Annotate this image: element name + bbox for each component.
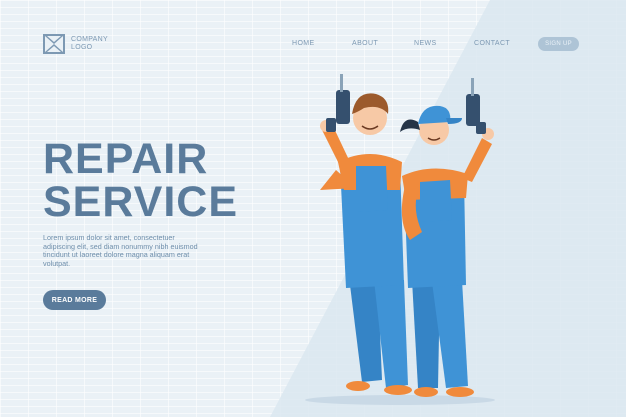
- drill-icon-right: [466, 78, 486, 134]
- title-line-2: SERVICE: [43, 178, 238, 226]
- female-worker: [400, 78, 494, 397]
- sign-up-button[interactable]: SIGN UP: [538, 37, 579, 51]
- nav-contact[interactable]: CONTACT: [474, 40, 510, 47]
- logo-icon: [43, 34, 65, 54]
- male-worker: [320, 74, 412, 395]
- company-logo[interactable]: COMPANY LOGO: [43, 34, 108, 54]
- nav-home[interactable]: HOME: [292, 40, 315, 47]
- cap-icon: [418, 105, 462, 124]
- title-line-1: REPAIR: [43, 135, 209, 183]
- nav-news[interactable]: NEWS: [414, 40, 437, 47]
- workers-illustration: [305, 74, 495, 405]
- logo-line-1: COMPANY: [71, 36, 108, 43]
- logo-line-2: LOGO: [71, 44, 93, 51]
- floor-shadow: [305, 395, 495, 405]
- read-more-button[interactable]: READ MORE: [43, 290, 106, 310]
- landing-page: COMPANY LOGO HOME ABOUT NEWS CONTACT SIG…: [0, 0, 626, 417]
- drill-icon: [326, 74, 350, 132]
- nav-about[interactable]: ABOUT: [352, 40, 378, 47]
- logo-text: COMPANY LOGO: [71, 36, 108, 52]
- page-title: REPAIR SERVICE: [43, 138, 238, 224]
- hero-description: Lorem ipsum dolor sit amet, consectetuer…: [43, 233, 198, 268]
